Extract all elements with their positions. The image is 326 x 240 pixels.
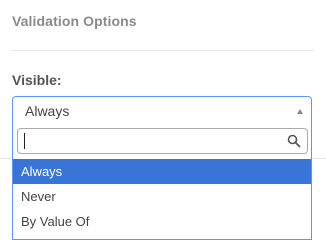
visible-dropdown: Always Never By Value Of xyxy=(12,124,312,240)
search-icon xyxy=(287,134,301,148)
option-always[interactable]: Always xyxy=(13,159,311,184)
option-by-value-of[interactable]: By Value Of xyxy=(13,209,311,234)
option-never[interactable]: Never xyxy=(13,184,311,209)
text-cursor xyxy=(24,133,25,149)
visible-select[interactable]: Always xyxy=(12,96,312,124)
section-title: Validation Options xyxy=(12,13,137,29)
caret-up-icon[interactable] xyxy=(297,109,303,114)
dropdown-search-input[interactable] xyxy=(18,129,278,153)
visible-label: Visible: xyxy=(12,72,62,88)
section-divider xyxy=(12,50,314,51)
dropdown-options-list: Always Never By Value Of xyxy=(13,159,311,234)
dropdown-search-box[interactable] xyxy=(17,128,308,154)
validation-options-panel: Validation Options Visible: Always Alway… xyxy=(0,0,326,240)
visible-select-value: Always xyxy=(25,103,70,119)
